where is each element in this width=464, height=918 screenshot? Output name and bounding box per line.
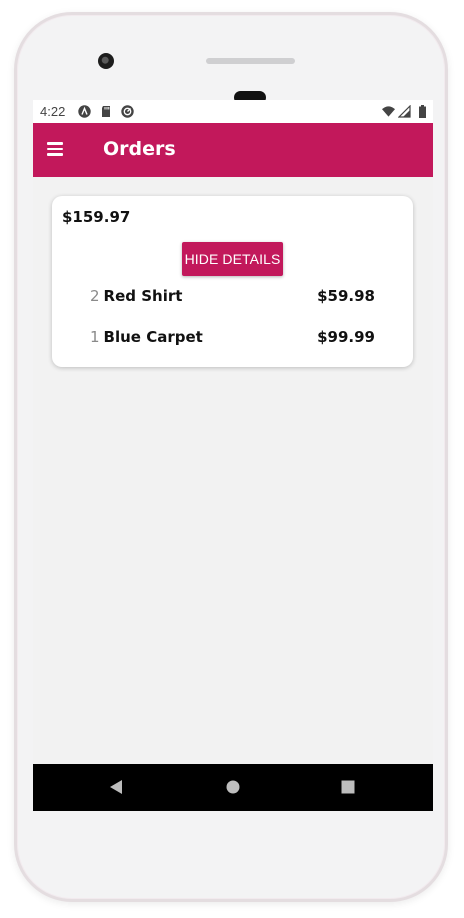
back-triangle-icon[interactable]: [109, 779, 123, 795]
device-screen: 4:22 Orders $159.97 HIDE DETAILS 2 Red S…: [33, 100, 433, 811]
data-saver-icon: [121, 105, 134, 118]
order-item-row: 2 Red Shirt $59.98: [90, 287, 375, 309]
item-name: Blue Carpet: [103, 328, 203, 346]
cellular-signal-icon: [398, 105, 411, 118]
hamburger-menu-icon[interactable]: [47, 142, 63, 156]
front-camera: [98, 53, 114, 69]
system-navigation-bar: [33, 764, 433, 811]
status-time: 4:22: [40, 104, 66, 119]
order-total: $159.97: [62, 208, 131, 226]
wifi-icon: [382, 106, 395, 117]
status-bar: 4:22: [33, 100, 433, 123]
hide-details-button[interactable]: HIDE DETAILS: [182, 242, 283, 276]
order-card: $159.97 HIDE DETAILS 2 Red Shirt $59.98 1…: [52, 196, 413, 367]
earpiece-speaker: [206, 58, 295, 64]
page-title: Orders: [103, 138, 176, 160]
recents-square-icon[interactable]: [341, 779, 355, 795]
react-native-notification-icon: [78, 105, 91, 118]
battery-icon: [419, 105, 426, 118]
item-quantity: 2: [90, 287, 100, 305]
item-quantity: 1: [90, 328, 100, 346]
item-name: Red Shirt: [103, 287, 183, 305]
sd-card-icon: [102, 106, 110, 117]
home-circle-icon[interactable]: [226, 779, 240, 795]
item-price: $59.98: [317, 287, 375, 305]
item-price: $99.99: [317, 328, 375, 346]
order-item-row: 1 Blue Carpet $99.99: [90, 328, 375, 350]
app-header: Orders: [33, 123, 433, 177]
